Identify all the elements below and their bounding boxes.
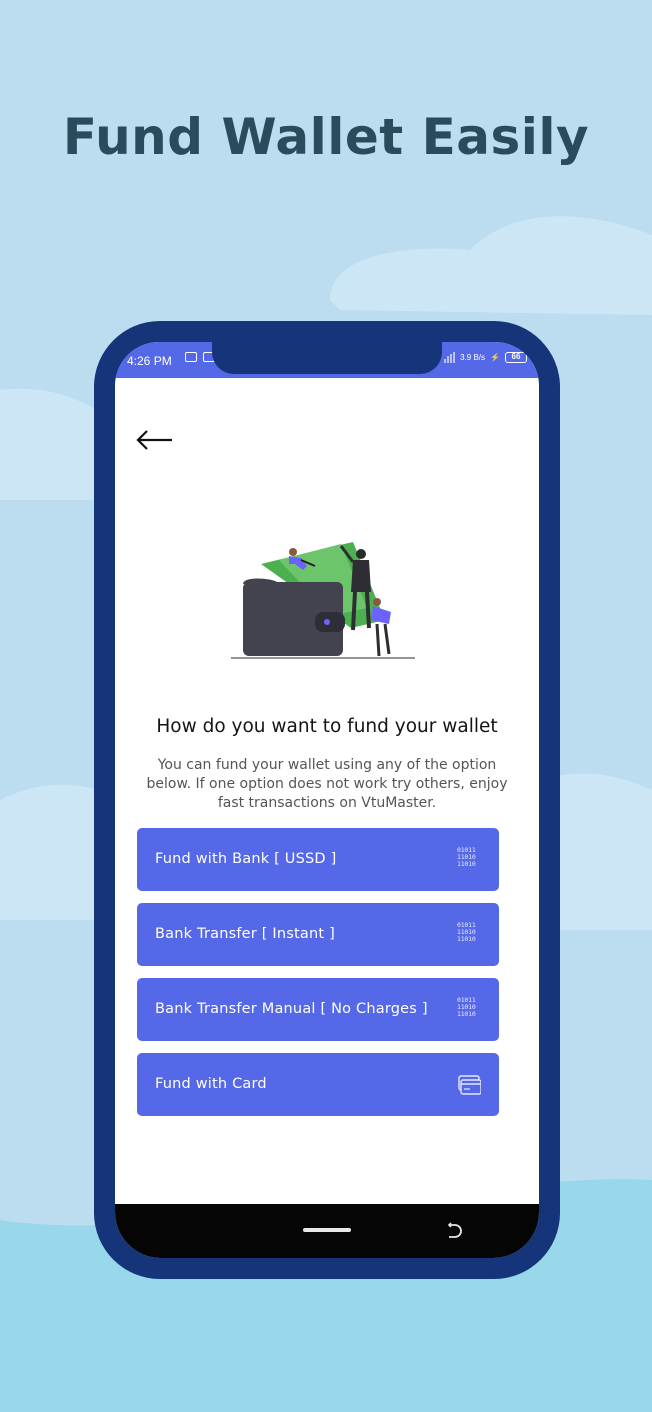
binary-icon: 01011 11010 11010 <box>457 921 476 943</box>
battery-icon: 66 <box>505 352 527 363</box>
credit-card-icon <box>458 1075 481 1095</box>
fund-wallet-question: How do you want to fund your wallet <box>156 716 498 737</box>
fund-with-card-button[interactable]: Fund with Card <box>137 1053 499 1116</box>
funding-options: Fund with Bank [ USSD ] 01011 11010 11010 … <box>137 828 499 1128</box>
network-speed: 3.9 B/s <box>460 353 486 362</box>
wallet-illustration <box>231 542 415 659</box>
charging-icon: ⚡ <box>490 353 500 362</box>
notification-icons <box>185 352 215 362</box>
phone-frame: 4:26 PM 3.9 B/s ⚡ 66 How do you want to … <box>94 321 560 1279</box>
binary-icon: 01011 11010 11010 <box>457 846 476 868</box>
status-time: 4:26 PM <box>127 354 172 368</box>
phone-screen: 4:26 PM 3.9 B/s ⚡ 66 How do you want to … <box>115 342 539 1258</box>
bank-transfer-instant-button[interactable]: Bank Transfer [ Instant ] 01011 11010 1101… <box>137 903 499 966</box>
page-headline: Fund Wallet Easily <box>62 108 590 166</box>
nav-back-icon[interactable] <box>441 1220 463 1242</box>
fund-wallet-description: You can fund your wallet using any of th… <box>146 757 508 811</box>
status-right: 3.9 B/s ⚡ 66 <box>428 352 527 363</box>
home-gesture-bar[interactable] <box>303 1228 351 1232</box>
option-label: Bank Transfer Manual [ No Charges ] <box>155 1001 428 1017</box>
binary-icon: 01011 11010 11010 <box>457 996 476 1018</box>
camera-notch <box>212 342 442 374</box>
signal-icon-2 <box>444 352 456 363</box>
bank-transfer-manual-button[interactable]: Bank Transfer Manual [ No Charges ] 0101… <box>137 978 499 1041</box>
option-label: Fund with Card <box>155 1076 267 1092</box>
fund-with-bank-ussd-button[interactable]: Fund with Bank [ USSD ] 01011 11010 11010 <box>137 828 499 891</box>
arrow-left-icon[interactable] <box>135 426 175 454</box>
system-navigation-bar <box>115 1204 539 1258</box>
option-label: Bank Transfer [ Instant ] <box>155 926 335 942</box>
option-label: Fund with Bank [ USSD ] <box>155 851 337 867</box>
message-icon <box>185 352 197 362</box>
